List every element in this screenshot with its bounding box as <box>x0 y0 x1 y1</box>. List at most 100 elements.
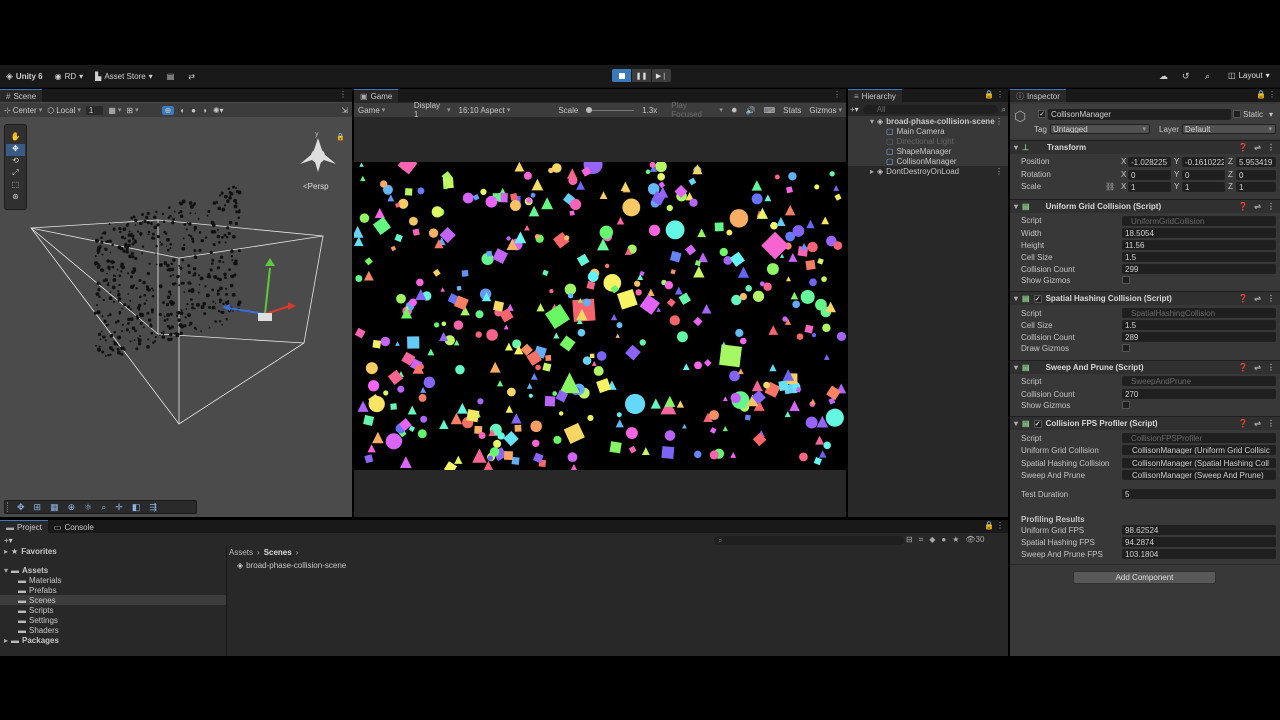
scene-menu-icon[interactable]: ⋮ <box>339 90 347 99</box>
history-icon[interactable]: ↺ <box>1182 71 1190 82</box>
game-mode-dropdown[interactable]: Game <box>358 106 406 115</box>
pivot-dropdown[interactable]: ⊹ Center <box>4 106 42 115</box>
folder-settings[interactable]: ▬ Settings <box>0 615 58 625</box>
camera-lock-icon[interactable]: 🔒 <box>336 133 345 141</box>
account-dropdown[interactable]: ◉ RD ▾ <box>55 72 84 81</box>
folder-materials[interactable]: ▬ Materials <box>0 575 61 585</box>
ddol-row-menu-icon[interactable]: ⋮ <box>995 167 1003 176</box>
rot-y-field[interactable]: 0 <box>1182 170 1225 180</box>
layout-dropdown[interactable]: ◫ Layout ▾ <box>1228 71 1270 80</box>
hierarchy-item-main-camera[interactable]: ▢ Main Camera <box>848 126 1008 136</box>
hierarchy-item-dontdestroyonload[interactable]: ▸ ◈ DontDestroyOnLoad ⋮ <box>848 166 1008 176</box>
version-control-icon[interactable]: ⇄ <box>188 72 195 81</box>
sh-count-field[interactable]: 289 <box>1122 332 1276 342</box>
favorites-row[interactable]: ▸ ★ Favorites <box>0 546 57 556</box>
pf-duration-field[interactable]: 5 <box>1122 489 1276 499</box>
folder-prefabs[interactable]: ▬ Prefabs <box>0 585 57 595</box>
ug-gizmos-checkbox[interactable] <box>1122 276 1130 284</box>
preset-icon[interactable]: ⇌ <box>1254 363 1261 372</box>
cloud-icon[interactable]: ☁ <box>1159 71 1168 82</box>
ug-height-field[interactable]: 11.56 <box>1122 240 1276 250</box>
inspector-menu-icon[interactable]: ⋮ <box>1268 90 1276 99</box>
add-object-button[interactable]: +▾ <box>850 105 859 114</box>
scl-x-field[interactable]: 1 <box>1128 182 1171 192</box>
overlay-search-icon[interactable]: ⌕ <box>101 502 106 513</box>
hierarchy-item-shape-manager[interactable]: ▢ ShapeManager <box>848 146 1008 156</box>
scale-slider[interactable] <box>586 106 635 113</box>
folder-scripts[interactable]: ▬ Scripts <box>0 605 53 615</box>
component-menu-icon[interactable]: ⋮ <box>1267 202 1275 211</box>
shading-solid-icon[interactable]: ● <box>191 106 196 115</box>
hierarchy-item-directional-light[interactable]: ▢ Directional Light <box>848 136 1008 146</box>
grid-snap-dropdown[interactable]: ▦ <box>108 106 121 115</box>
search-filter-icon[interactable]: ⌕ <box>1002 105 1006 115</box>
help-icon[interactable]: ❓ <box>1238 363 1248 372</box>
persp-label[interactable]: <Persp <box>303 182 329 191</box>
preset-icon[interactable]: ⇌ <box>1254 294 1261 303</box>
inspector-lock-icon[interactable]: 🔒 <box>1256 90 1266 99</box>
overlay-physics-icon[interactable]: ⚛ <box>84 502 92 513</box>
assets-row[interactable]: ▾ ▬ Assets <box>0 565 48 575</box>
overlay-move-icon[interactable]: ✥ <box>17 502 25 513</box>
rot-z-field[interactable]: 0 <box>1236 170 1276 180</box>
pause-button[interactable]: ❚❚ <box>632 69 651 82</box>
lighting-icon[interactable]: ✺▾ <box>213 106 224 115</box>
pf-sap-fps-field[interactable]: 103.1804 <box>1122 549 1276 559</box>
project-search-input[interactable]: ⌕ <box>714 535 904 545</box>
file-scene-item[interactable]: ◈ broad-phase-collision-scene <box>237 560 346 570</box>
rot-x-field[interactable]: 0 <box>1128 170 1171 180</box>
help-icon[interactable]: ❓ <box>1238 294 1248 303</box>
profiler-header[interactable]: ▾ ▤ ✓ Collision FPS Profiler (Script) ❓ … <box>1010 416 1280 430</box>
overlay-capture-icon[interactable]: ◧ <box>132 502 141 513</box>
overlay-center-icon[interactable]: ✛ <box>115 502 123 513</box>
sp-gizmos-checkbox[interactable] <box>1122 401 1130 409</box>
orientation-gizmo[interactable]: y <box>300 131 336 172</box>
pf-sap-field[interactable]: CollisonManager (Sweep And Prune) <box>1122 470 1276 480</box>
shortcuts-icon[interactable]: ⌨ <box>764 106 776 115</box>
project-add-button[interactable]: +▾ <box>4 536 13 545</box>
display-dropdown[interactable]: Display 1 <box>414 101 451 119</box>
shading-textured-icon[interactable]: ◑ <box>202 106 207 115</box>
shading-wire-icon[interactable]: ◐ <box>180 106 185 115</box>
help-icon[interactable]: ❓ <box>1238 143 1248 152</box>
hierarchy-search-input[interactable]: All <box>862 105 998 114</box>
hierarchy-lock-icon[interactable]: 🔒 <box>984 90 994 99</box>
project-lock-icon[interactable]: 🔒 <box>984 521 994 530</box>
overlay-grid-icon[interactable]: ▦ <box>50 502 59 513</box>
overlay-globe-icon[interactable]: ⊕ <box>68 502 76 513</box>
asset-store-dropdown[interactable]: ▙ Asset Store ▾ <box>95 72 153 81</box>
scl-z-field[interactable]: 1 <box>1236 182 1276 192</box>
preset-icon[interactable]: ⇌ <box>1254 419 1261 428</box>
search-by-type-icon[interactable]: ⊟ <box>906 535 913 545</box>
transform-header[interactable]: ▾ ⊥ Transform ❓ ⇌ ⋮ <box>1010 140 1280 154</box>
speaker-icon[interactable]: 🔊 <box>746 106 756 115</box>
pos-z-field[interactable]: 5.953419 <box>1236 157 1276 167</box>
component-menu-icon[interactable]: ⋮ <box>1267 363 1275 372</box>
stats-button[interactable]: Stats <box>783 106 801 115</box>
play-focused-dropdown[interactable]: Play Focused <box>671 101 723 119</box>
project-divider[interactable] <box>226 546 227 656</box>
aspect-dropdown[interactable]: 16:10 Aspect <box>459 106 551 115</box>
add-component-button[interactable]: Add Component <box>1073 571 1216 584</box>
preset-icon[interactable]: ⇌ <box>1254 143 1261 152</box>
pf-ugc-field[interactable]: CollisonManager (Uniform Grid Collisic <box>1122 445 1276 455</box>
preset-icon[interactable]: ⇌ <box>1254 202 1261 211</box>
project-menu-icon[interactable]: ⋮ <box>996 521 1004 530</box>
play-button[interactable] <box>612 69 631 82</box>
tag-dropdown[interactable]: Untagged <box>1050 124 1150 134</box>
space-dropdown[interactable]: ⬡ Local <box>47 106 81 115</box>
scale-link-icon[interactable]: ⛓ <box>1105 182 1115 191</box>
mute-audio-icon[interactable]: ✹ <box>731 106 738 115</box>
pos-y-field[interactable]: -0.1610222 <box>1182 157 1225 167</box>
ug-count-field[interactable]: 299 <box>1122 264 1276 274</box>
folder-scenes[interactable]: ▬ Scenes <box>0 595 226 605</box>
packages-row[interactable]: ▸ ▬ Packages <box>0 635 59 645</box>
snap-increment-dropdown[interactable]: ⊞ <box>126 106 138 115</box>
sh-cell-field[interactable]: 1.5 <box>1122 320 1276 330</box>
spatial-hashing-enabled-checkbox[interactable]: ✓ <box>1033 294 1042 303</box>
uniform-grid-header[interactable]: ▾ ▤ Uniform Grid Collision (Script) ❓ ⇌ … <box>1010 199 1280 213</box>
breadcrumb-scenes[interactable]: Scenes <box>264 548 292 557</box>
game-menu-icon[interactable]: ⋮ <box>833 90 841 99</box>
tag-icon[interactable]: ◆ <box>929 535 935 545</box>
pf-shc-fps-field[interactable]: 94.2874 <box>1122 537 1276 547</box>
